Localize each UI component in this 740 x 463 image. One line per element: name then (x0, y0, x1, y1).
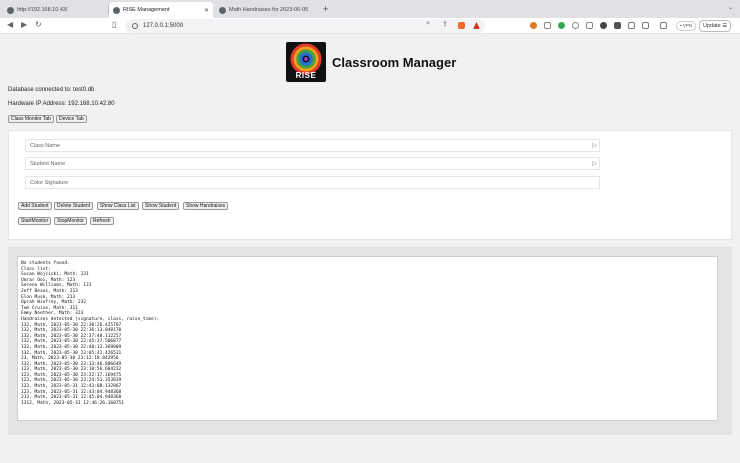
stop-monitor-button[interactable]: StopMonitor (54, 217, 87, 225)
address-bar-url: 127.0.0.1:5000 (143, 23, 184, 29)
power-icon[interactable] (572, 22, 579, 29)
reload-icon[interactable]: ↻ (35, 20, 42, 29)
reader-icon[interactable] (544, 22, 551, 29)
student-form-card: Class Name ▷ Student Name ▷ Color Signat… (8, 130, 732, 240)
vpn-button[interactable]: • VPN (676, 21, 697, 31)
output-line: 1312, Math, 2023-05-31 12:46:26.168751 (21, 400, 124, 406)
forward-arrow-icon[interactable]: ▶ (21, 20, 27, 29)
add-student-button[interactable]: Add Student (18, 202, 52, 210)
tab-title: RISE Management (123, 7, 170, 13)
class-monitor-tab-button[interactable]: Class Monitor Tab (8, 115, 54, 123)
class-name-input[interactable]: Class Name ▷ (25, 139, 600, 152)
student-name-placeholder: Student Name (30, 160, 66, 167)
rise-logo: RISE (286, 42, 326, 82)
new-tab-button[interactable]: + (323, 4, 328, 14)
browser-tab[interactable]: http://192.168.10.43/ (3, 2, 107, 18)
site-info-icon[interactable] (132, 23, 138, 29)
close-tab-icon[interactable]: ✕ (204, 7, 209, 14)
browser-tab-bar: http://192.168.10.43/ RISE Management ✕ … (0, 0, 740, 18)
extension-icon[interactable] (586, 22, 593, 29)
back-arrow-icon[interactable]: ◀ (7, 20, 13, 29)
show-handraises-button[interactable]: Show Handraises (183, 202, 229, 210)
delete-student-button[interactable]: Delete Student (54, 202, 94, 210)
page-title: Classroom Manager (332, 54, 457, 70)
browser-toolbar: ◀ ▶ ↻ ▯ 127.0.0.1:5000 ⌕ ⇪ • VPN Update … (0, 18, 740, 34)
refresh-button[interactable]: Refresh (90, 217, 114, 225)
show-student-button[interactable]: Show Student (142, 202, 180, 210)
class-name-placeholder: Class Name (30, 142, 60, 149)
extension-icon[interactable] (558, 22, 565, 29)
color-signature-placeholder: Color Signature (30, 179, 69, 186)
menu-icon: ☰ (722, 23, 728, 29)
bookmark-icon[interactable]: ▯ (112, 20, 116, 29)
update-label: Update (703, 23, 721, 29)
browser-tab[interactable]: Math Handraises for 2023-06-05 (215, 2, 319, 18)
tab-list-chevron-icon[interactable]: ⌄ (728, 4, 733, 11)
start-monitor-button[interactable]: StartMonitor (18, 217, 52, 225)
zoom-icon[interactable]: ⌕ (426, 20, 430, 28)
page-content: RISE Classroom Manager Database connecte… (0, 34, 740, 463)
tab-favicon-icon (219, 6, 226, 14)
share-icon[interactable]: ⇪ (442, 20, 448, 28)
tab-favicon-icon (113, 6, 120, 14)
output-card: No students found. Class list: Susan Woj… (8, 247, 732, 435)
app-header: RISE Classroom Manager (286, 42, 456, 82)
sidebar-icon[interactable] (642, 22, 649, 29)
device-tab-button[interactable]: Device Tab (56, 115, 87, 123)
tab-title: http://192.168.10.43/ (17, 7, 68, 13)
dark-mode-icon[interactable] (600, 22, 607, 29)
update-button[interactable]: Update ☰ (699, 20, 732, 32)
extension-icon[interactable] (530, 22, 537, 29)
address-bar[interactable]: 127.0.0.1:5000 (125, 19, 485, 33)
brave-shield-icon[interactable] (458, 22, 465, 29)
hardware-ip: Hardware IP Address: 192.168.10.42.80 (8, 101, 115, 107)
database-status: Database connected to: test0.db (8, 87, 95, 93)
wallet-icon[interactable] (660, 22, 667, 29)
color-signature-input[interactable]: Color Signature (25, 176, 600, 189)
tab-title: Math Handraises for 2023-06-05 (229, 7, 309, 13)
browser-tab-active[interactable]: RISE Management ✕ (109, 2, 213, 18)
show-class-list-button[interactable]: Show Class List (97, 202, 139, 210)
autofill-icon[interactable]: ▷ (592, 160, 597, 167)
student-name-input[interactable]: Student Name ▷ (25, 157, 600, 170)
autofill-icon[interactable]: ▷ (592, 142, 597, 149)
logo-text: RISE (295, 71, 317, 80)
puzzle-extensions-icon[interactable] (614, 22, 621, 29)
tab-favicon-icon (7, 6, 14, 14)
playlist-icon[interactable] (628, 22, 635, 29)
output-textarea[interactable]: No students found. Class list: Susan Woj… (17, 256, 718, 421)
